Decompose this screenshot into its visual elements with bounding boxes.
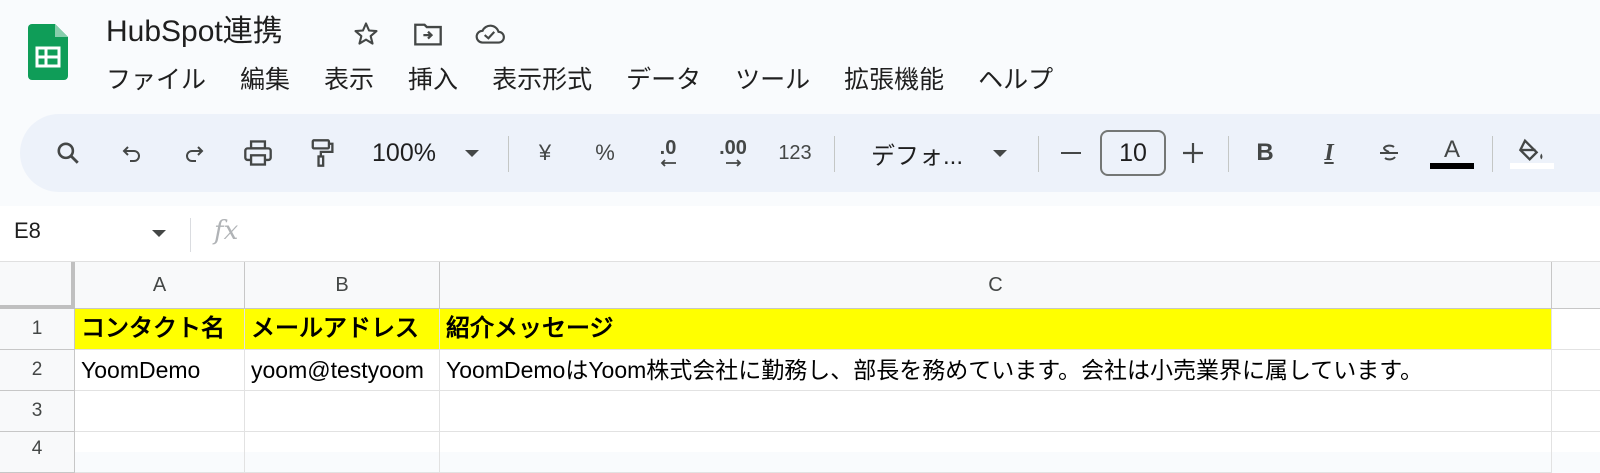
move-folder-icon[interactable] bbox=[412, 18, 444, 50]
row-header-3[interactable]: 3 bbox=[0, 391, 75, 432]
spreadsheet-grid: A B C 1 2 3 4 コンタクト名 メールアドレス 紹介メッセージ Yoo… bbox=[0, 262, 1600, 473]
cell-c4[interactable] bbox=[440, 432, 1552, 473]
font-dropdown-icon[interactable] bbox=[988, 114, 1012, 192]
cloud-saved-icon[interactable] bbox=[474, 18, 506, 50]
text-color-label: A bbox=[1443, 136, 1460, 163]
arrow-left-icon bbox=[660, 159, 676, 167]
search-icon[interactable] bbox=[50, 114, 86, 192]
sheets-logo-icon[interactable] bbox=[28, 20, 68, 84]
star-icon[interactable] bbox=[350, 18, 382, 50]
formula-bar: E8 fx bbox=[0, 206, 1600, 262]
cell-b2[interactable]: yoom@testyoom bbox=[245, 350, 440, 391]
menu-view[interactable]: 表示 bbox=[307, 62, 391, 98]
decrease-decimal-label: .0 bbox=[659, 137, 677, 159]
cell-d3[interactable] bbox=[1552, 391, 1600, 432]
name-box[interactable]: E8 bbox=[14, 218, 41, 244]
toolbar-divider bbox=[834, 136, 835, 172]
row-header-4[interactable]: 4 bbox=[0, 432, 75, 473]
print-icon[interactable] bbox=[238, 114, 278, 192]
menu-insert[interactable]: 挿入 bbox=[391, 62, 475, 98]
menu-file[interactable]: ファイル bbox=[106, 62, 223, 98]
toolbar: 100% ¥ % .0 .00 123 デフォ... B I A bbox=[20, 114, 1600, 192]
font-size-input[interactable]: 10 bbox=[1100, 130, 1166, 176]
select-all-corner[interactable] bbox=[0, 262, 75, 309]
toolbar-divider bbox=[508, 136, 509, 172]
strikethrough-icon[interactable] bbox=[1372, 114, 1406, 192]
cell-d2[interactable] bbox=[1552, 350, 1600, 391]
cell-c2[interactable]: YoomDemoはYoom株式会社に勤務し、部長を務めています。会社は小売業界に… bbox=[440, 350, 1552, 391]
fill-color-button[interactable] bbox=[1510, 114, 1554, 192]
zoom-dropdown-icon[interactable] bbox=[460, 114, 484, 192]
cell-c1[interactable]: 紹介メッセージ bbox=[440, 309, 1552, 350]
menu-bar: ファイル 編集 表示 挿入 表示形式 データ ツール 拡張機能 ヘルプ bbox=[106, 62, 1070, 98]
cell-b3[interactable] bbox=[245, 391, 440, 432]
zoom-select[interactable]: 100% bbox=[364, 114, 444, 192]
undo-icon[interactable] bbox=[114, 114, 150, 192]
toolbar-divider bbox=[1228, 136, 1229, 172]
increase-decimal-button[interactable]: .00 bbox=[710, 114, 756, 192]
cell-a2[interactable]: YoomDemo bbox=[75, 350, 245, 391]
column-header-c[interactable]: C bbox=[440, 262, 1552, 309]
formula-input[interactable] bbox=[260, 214, 1580, 254]
increase-font-size-icon[interactable] bbox=[1178, 114, 1208, 192]
fill-color-swatch bbox=[1510, 163, 1554, 169]
menu-extensions[interactable]: 拡張機能 bbox=[827, 62, 961, 98]
cell-b1[interactable]: メールアドレス bbox=[245, 309, 440, 350]
paint-format-icon[interactable] bbox=[302, 114, 342, 192]
cell-a4[interactable] bbox=[75, 432, 245, 473]
toolbar-divider bbox=[1038, 136, 1039, 172]
menu-tools[interactable]: ツール bbox=[718, 62, 827, 98]
title-bar: HubSpot連携 ファイル 編集 表示 挿入 表示形式 データ ツール 拡張機… bbox=[0, 0, 1600, 110]
cell-a3[interactable] bbox=[75, 391, 245, 432]
formula-divider bbox=[190, 218, 191, 252]
column-header-a[interactable]: A bbox=[75, 262, 245, 309]
text-color-button[interactable]: A bbox=[1430, 114, 1474, 192]
cell-a1[interactable]: コンタクト名 bbox=[75, 309, 245, 350]
menu-edit[interactable]: 編集 bbox=[223, 62, 307, 98]
menu-format[interactable]: 表示形式 bbox=[475, 62, 609, 98]
column-header-b[interactable]: B bbox=[245, 262, 440, 309]
text-color-swatch bbox=[1430, 163, 1474, 169]
italic-button[interactable]: I bbox=[1314, 114, 1344, 192]
cell-d1[interactable] bbox=[1552, 309, 1600, 350]
column-header-d[interactable] bbox=[1552, 262, 1600, 309]
font-family-select[interactable]: デフォ... bbox=[862, 114, 972, 192]
toolbar-divider bbox=[1492, 136, 1493, 172]
cell-b4[interactable] bbox=[245, 432, 440, 473]
percent-format-button[interactable]: % bbox=[590, 114, 620, 192]
redo-icon[interactable] bbox=[176, 114, 212, 192]
row-header-2[interactable]: 2 bbox=[0, 350, 75, 391]
row-header-1[interactable]: 1 bbox=[0, 309, 75, 350]
fx-icon: fx bbox=[214, 216, 239, 246]
paint-bucket-icon bbox=[1518, 138, 1543, 161]
decrease-decimal-button[interactable]: .0 bbox=[648, 114, 688, 192]
decrease-font-size-icon[interactable] bbox=[1056, 114, 1086, 192]
currency-format-button[interactable]: ¥ bbox=[530, 114, 560, 192]
number-format-button[interactable]: 123 bbox=[772, 114, 818, 192]
menu-data[interactable]: データ bbox=[609, 62, 718, 98]
name-box-dropdown-icon[interactable] bbox=[152, 230, 166, 237]
increase-decimal-label: .00 bbox=[719, 137, 747, 159]
cell-c3[interactable] bbox=[440, 391, 1552, 432]
document-title[interactable]: HubSpot連携 bbox=[106, 12, 283, 52]
menu-help[interactable]: ヘルプ bbox=[961, 62, 1070, 98]
bold-button[interactable]: B bbox=[1250, 114, 1280, 192]
arrow-right-icon bbox=[726, 159, 742, 167]
